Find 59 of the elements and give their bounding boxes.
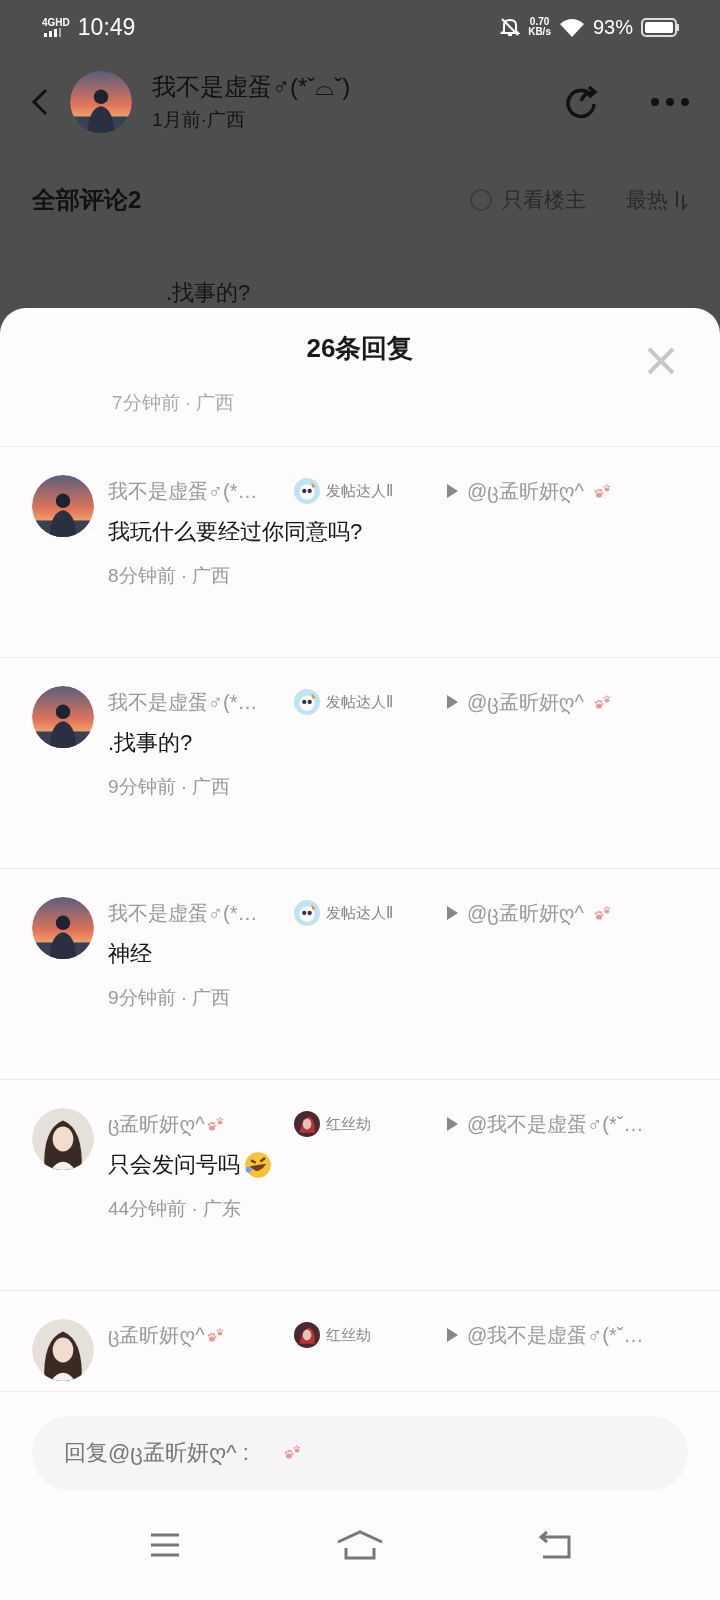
reply-text: 只会发问号吗 xyxy=(108,1151,240,1179)
post-meta: 1月前·广西 xyxy=(152,108,246,132)
reply-text: 神经 xyxy=(108,940,152,968)
badge-label: 发帖达人Ⅱ xyxy=(326,481,394,501)
close-icon[interactable] xyxy=(646,346,676,376)
reply-meta: 44分钟前 · 广东 xyxy=(108,1197,243,1221)
badge-icon xyxy=(294,478,320,504)
user-name[interactable]: 我不是虚蛋♂(*… xyxy=(108,899,258,927)
badge-icon xyxy=(294,689,320,715)
badge-label: 发帖达人Ⅱ xyxy=(326,692,394,712)
wifi-icon xyxy=(558,17,585,37)
back-icon[interactable] xyxy=(30,88,50,116)
speed-value: 0.70 xyxy=(529,17,550,27)
badge-label: 红丝劫 xyxy=(326,1114,371,1134)
badge-icon xyxy=(294,1322,320,1348)
user-name[interactable]: 我不是虚蛋♂(*… xyxy=(108,477,258,505)
reply-field[interactable]: 回复@ც孟昕妍ღ^ : xyxy=(32,1416,688,1490)
comment-text: .找事的? xyxy=(166,279,251,307)
speed-unit: KB/s xyxy=(528,27,551,37)
signal-icon xyxy=(42,27,62,37)
badge-icon xyxy=(294,900,320,926)
user-name[interactable]: 我不是虚蛋♂(*… xyxy=(108,688,258,716)
reply-text: .找事的? xyxy=(108,729,193,757)
battery-percent: 93% xyxy=(592,15,633,39)
mute-icon xyxy=(500,17,521,37)
reply-meta: 8分钟前 · 广西 xyxy=(108,564,232,588)
back-icon[interactable] xyxy=(538,1531,571,1559)
triangle-icon xyxy=(446,1116,459,1132)
user-name[interactable]: ც孟昕妍ღ^ xyxy=(108,1321,205,1349)
reply-target[interactable]: @ც孟昕妍ღ^ xyxy=(467,688,584,716)
reply-target[interactable]: @ც孟昕妍ღ^ xyxy=(467,477,584,505)
battery-icon xyxy=(641,17,680,37)
triangle-icon xyxy=(446,694,459,710)
reply-target[interactable]: @我不是虚蛋♂(*ˇ… xyxy=(467,1110,644,1138)
reply-target[interactable]: @我不是虚蛋♂(*ˇ… xyxy=(467,1321,644,1349)
menu-icon[interactable] xyxy=(149,1532,182,1558)
reply-meta: 9分钟前 · 广西 xyxy=(108,775,232,799)
reply-meta: 7分钟前 · 广西 xyxy=(112,391,235,413)
author-name: 我不是虚蛋♂(*ˇ⌓ˇ) xyxy=(152,72,351,102)
comments-title: 全部评论2 xyxy=(32,185,142,215)
sort-icon xyxy=(674,190,688,210)
home-icon[interactable] xyxy=(336,1530,384,1560)
paw-icon xyxy=(282,1444,302,1460)
badge-icon xyxy=(294,1111,320,1137)
triangle-icon xyxy=(446,483,459,499)
network-label: 4GHD xyxy=(42,17,70,28)
triangle-icon xyxy=(446,1327,459,1343)
reply-meta: 9分钟前 · 广西 xyxy=(108,986,232,1010)
triangle-icon xyxy=(446,905,459,921)
more-icon[interactable] xyxy=(650,97,690,107)
reply-target[interactable]: @ც孟昕妍ღ^ xyxy=(467,899,584,927)
sheet-title: 26条回复 xyxy=(306,332,414,366)
avatar xyxy=(70,71,132,133)
share-icon[interactable] xyxy=(564,84,600,120)
user-name[interactable]: ც孟昕妍ღ^ xyxy=(108,1110,205,1138)
reply-text: 我玩什么要经过你同意吗? xyxy=(108,518,363,546)
clock: 10:49 xyxy=(77,13,136,41)
badge-label: 红丝劫 xyxy=(326,1325,371,1345)
badge-label: 发帖达人Ⅱ xyxy=(326,903,394,923)
